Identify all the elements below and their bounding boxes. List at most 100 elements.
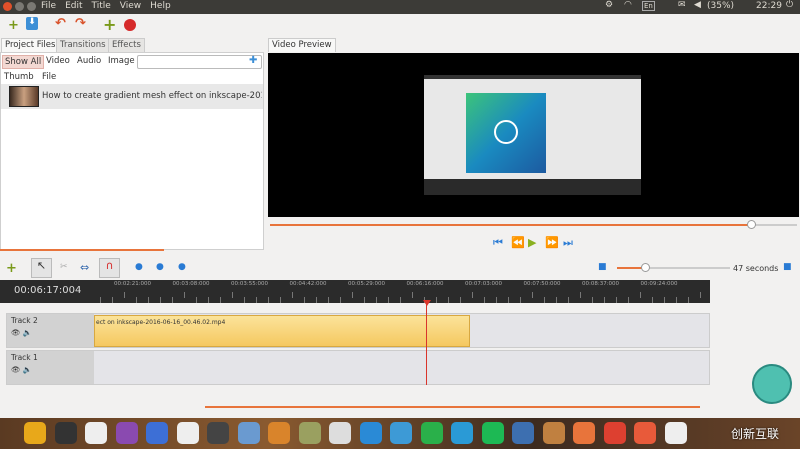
ruler-tick [532, 292, 533, 298]
file-name: How to create gradient mesh effect on in… [42, 91, 262, 101]
tab-transitions[interactable]: Transitions [56, 38, 110, 52]
wifi-icon[interactable]: ◠ [624, 0, 632, 10]
maximize-window-button[interactable] [27, 2, 36, 11]
dock-app-icon[interactable] [176, 422, 199, 444]
search-input[interactable] [137, 55, 262, 69]
video-clip[interactable]: ect on inkscape-2016-06-16_00.46.02.mp4 [94, 315, 470, 347]
ruler-tick [124, 292, 125, 298]
ruler-tick [472, 292, 473, 298]
play-icon[interactable]: ▶ [528, 236, 536, 249]
add-marker-icon[interactable]: ● [135, 262, 143, 272]
project-files-panel [0, 52, 264, 250]
dock-app-icon[interactable] [664, 422, 687, 444]
clear-search-icon[interactable]: ✚ [249, 55, 257, 66]
ruler-tick [112, 297, 113, 303]
redo-icon[interactable]: ↷ [75, 16, 86, 31]
tab-effects[interactable]: Effects [108, 38, 145, 52]
undo-icon[interactable]: ↶ [55, 16, 66, 31]
add-track-button[interactable]: + [6, 261, 17, 276]
dock-app-icon[interactable] [481, 422, 504, 444]
snap-icon[interactable]: ⇔ [80, 261, 89, 274]
fast-forward-icon[interactable]: ⏩ [545, 236, 559, 249]
settings-icon[interactable]: ⚙ [605, 0, 613, 10]
dock-app-icon[interactable] [420, 422, 443, 444]
dock-app-icon[interactable] [634, 422, 656, 444]
select-tool-icon[interactable]: ↖ [31, 258, 52, 278]
menu-title[interactable]: Title [92, 1, 111, 11]
dock-app-icon[interactable] [603, 422, 626, 444]
dock-app-icon[interactable] [359, 422, 382, 444]
dock-app-icon[interactable] [298, 422, 321, 444]
mail-icon[interactable]: ✉ [678, 0, 686, 10]
menu-file[interactable]: File [41, 1, 56, 11]
playhead-line[interactable] [426, 303, 427, 385]
dock-app-icon[interactable] [237, 422, 260, 444]
power-icon[interactable]: ⏻ [786, 0, 793, 10]
jump-end-icon[interactable]: ⏭ [563, 236, 573, 250]
column-file[interactable]: File [42, 72, 56, 82]
dock-app-icon[interactable] [115, 422, 138, 444]
timeline-ruler[interactable]: 00:06:17:004 00:02:21:000 00:03:08:000 00:… [0, 280, 710, 303]
zoom-handle[interactable] [641, 263, 650, 272]
watermark: 创新互联 [705, 418, 800, 449]
seek-handle[interactable] [747, 220, 756, 229]
tab-project-files[interactable]: Project Files [1, 38, 60, 52]
visibility-audio-icons[interactable]: 👁 🔈 [11, 365, 90, 374]
save-icon[interactable]: ⬇ [26, 17, 38, 30]
mascot-badge [752, 364, 792, 404]
dock-app-icon[interactable] [573, 422, 595, 444]
ruler-tick-label: 00:07:03:000 [465, 281, 503, 287]
dock-app-icon[interactable] [85, 422, 107, 444]
filter-video[interactable]: Video [46, 56, 70, 66]
menu-edit[interactable]: Edit [65, 1, 82, 11]
dock-app-icon[interactable] [268, 422, 290, 444]
keyboard-language[interactable]: En [642, 1, 655, 11]
file-row[interactable]: How to create gradient mesh effect on in… [1, 84, 263, 109]
dock-app-icon[interactable] [451, 422, 473, 444]
dock-app-icon[interactable] [512, 422, 534, 444]
ruler-tick [592, 297, 593, 303]
close-window-button[interactable] [3, 2, 12, 11]
menu-view[interactable]: View [120, 1, 141, 11]
zoom-out-icon[interactable]: ■ [783, 262, 792, 272]
ruler-tick [364, 297, 365, 303]
razor-icon[interactable]: ✂ [60, 262, 68, 272]
battery-status[interactable]: (35%) [707, 1, 734, 11]
previous-marker-icon[interactable]: ● [156, 262, 164, 272]
filter-image[interactable]: Image [108, 56, 135, 66]
zoom-in-icon[interactable]: ■ [598, 262, 607, 272]
volume-icon[interactable]: ◀ [694, 0, 701, 10]
clock[interactable]: 22:29 [756, 1, 782, 11]
timeline-scrollbar[interactable] [205, 406, 700, 408]
dock-app-icon[interactable] [24, 422, 46, 444]
column-thumb[interactable]: Thumb [4, 72, 34, 82]
next-marker-icon[interactable]: ● [178, 262, 186, 272]
ruler-tick [388, 297, 389, 303]
ruler-tick [160, 297, 161, 303]
zoom-slider[interactable] [617, 263, 730, 272]
dock-app-icon[interactable] [207, 422, 229, 444]
ruler-tick [376, 297, 377, 303]
menu-help[interactable]: Help [150, 1, 171, 11]
filter-show-all[interactable]: Show All [2, 55, 45, 69]
dock-app-icon[interactable] [146, 422, 168, 444]
visibility-audio-icons[interactable]: 👁 🔈 [11, 328, 90, 337]
dock-app-icon[interactable] [542, 422, 565, 444]
jump-start-icon[interactable]: ⏮ [493, 236, 503, 250]
tab-video-preview[interactable]: Video Preview [268, 38, 336, 52]
ruler-tick-label: 00:03:55:000 [231, 281, 269, 287]
minimize-window-button[interactable] [15, 2, 24, 11]
dock-app-icon[interactable] [329, 422, 351, 444]
add-track-icon[interactable]: + [103, 15, 116, 34]
record-icon[interactable] [124, 19, 136, 31]
zoom-label: 47 seconds [733, 264, 779, 273]
dock-app-icon[interactable] [54, 422, 77, 444]
rewind-icon[interactable]: ⏪ [511, 236, 525, 249]
dock-app-icon[interactable] [390, 422, 412, 444]
magnet-icon[interactable]: ∩ [99, 258, 120, 278]
seek-bar[interactable] [270, 220, 797, 229]
add-file-icon[interactable]: + [8, 18, 19, 33]
filter-audio[interactable]: Audio [77, 56, 101, 66]
playhead-marker[interactable] [423, 300, 431, 306]
ruler-tick [220, 297, 221, 303]
